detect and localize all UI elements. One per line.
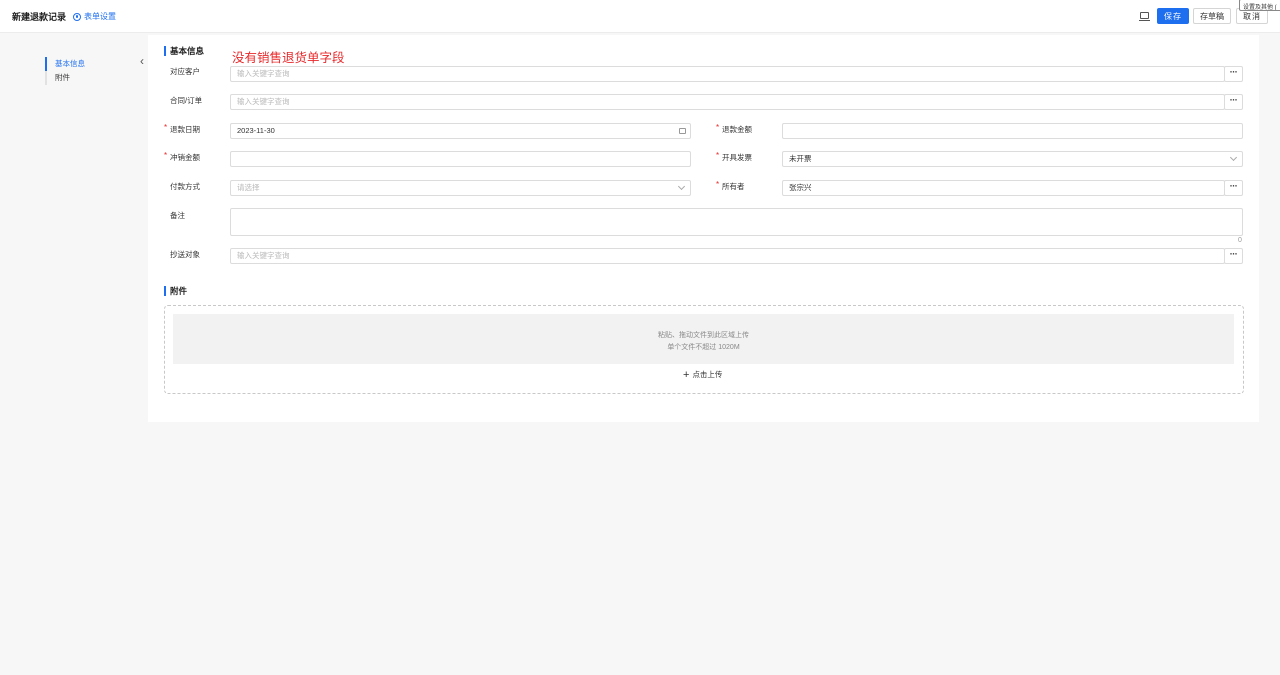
- save-button[interactable]: 保存: [1157, 8, 1189, 24]
- refund-amount-label: 退款金额: [716, 123, 752, 135]
- contract-picker-button[interactable]: ···: [1224, 94, 1243, 110]
- cc-picker-button[interactable]: ···: [1224, 248, 1243, 264]
- drop-zone[interactable]: 粘贴、拖动文件到此区域上传 单个文件不超过 1020M: [173, 314, 1234, 364]
- refund-date-input[interactable]: 2023-11-30: [230, 123, 691, 139]
- collapse-chevron-icon[interactable]: ‹: [140, 54, 144, 68]
- size-limit-text: 单个文件不超过 1020M: [667, 344, 740, 351]
- save-draft-button[interactable]: 存草稿: [1193, 8, 1231, 24]
- drop-hint: 粘贴、拖动文件到此区域上传: [658, 332, 749, 339]
- settings-tooltip: 设置及其他 (: [1239, 0, 1280, 11]
- owner-label: 所有者: [716, 180, 744, 192]
- form-settings-link[interactable]: 表单设置: [73, 11, 116, 22]
- payment-method-select[interactable]: 请选择: [230, 180, 691, 196]
- customer-label: 对应客户: [170, 67, 200, 76]
- page-title: 新建退款记录: [12, 12, 67, 22]
- refund-amount-input[interactable]: [782, 123, 1243, 139]
- nav-item-attachments[interactable]: 附件: [45, 71, 85, 85]
- nav-item-basic-info[interactable]: 基本信息: [45, 57, 85, 71]
- calendar-icon[interactable]: [679, 128, 686, 134]
- gear-icon: [73, 12, 81, 21]
- remark-textarea[interactable]: [230, 208, 1243, 236]
- remark-char-counter: 0: [1238, 237, 1242, 244]
- offset-amount-label: 冲销金额: [164, 151, 200, 163]
- contract-input[interactable]: 输入关键字查询: [230, 94, 1225, 110]
- form-settings-label: 表单设置: [84, 12, 116, 21]
- section-title-basic-info: 基本信息: [164, 46, 204, 56]
- annotation-note: 没有销售退货单字段: [232, 50, 345, 65]
- invoice-select[interactable]: 未开票: [782, 151, 1243, 167]
- cc-input[interactable]: 输入关键字查询: [230, 248, 1225, 264]
- top-header: 新建退款记录 表单设置 保存 存草稿 取消: [0, 0, 1280, 33]
- customer-input[interactable]: 输入关键字查询: [230, 66, 1225, 82]
- refund-date-label: 退款日期: [164, 123, 200, 135]
- owner-input[interactable]: 张宗兴: [782, 180, 1225, 196]
- customer-picker-button[interactable]: ···: [1224, 66, 1243, 82]
- remark-label: 备注: [170, 211, 185, 220]
- laptop-icon[interactable]: [1139, 12, 1150, 21]
- invoice-label: 开具发票: [716, 151, 752, 163]
- click-upload-label: 点击上传: [692, 370, 723, 379]
- owner-picker-button[interactable]: ···: [1224, 180, 1243, 196]
- section-title-attachments: 附件: [164, 286, 187, 296]
- section-nav: 基本信息 附件: [45, 57, 85, 85]
- offset-amount-input[interactable]: [230, 151, 691, 167]
- plus-icon: +: [683, 368, 690, 381]
- click-upload-button[interactable]: + 点击上传: [683, 369, 722, 380]
- payment-method-label: 付款方式: [170, 182, 200, 191]
- cc-label: 抄送对象: [170, 250, 200, 259]
- contract-label: 合同/订单: [170, 96, 203, 105]
